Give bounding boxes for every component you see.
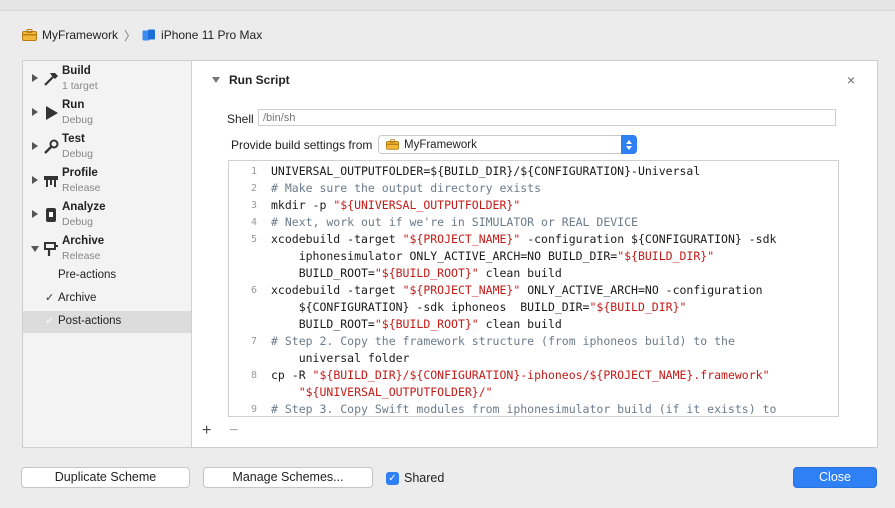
hammer-icon [42, 70, 60, 88]
code-text: universal folder [271, 351, 410, 365]
code-text: # Next, work out if we're in SIMULATOR o… [271, 215, 638, 229]
code-text: # Step 2. Copy the framework structure (… [271, 334, 735, 348]
shared-checkbox[interactable]: ✓ Shared [386, 471, 444, 485]
provide-build-settings-label: Provide build settings from [231, 138, 373, 152]
code-text: BUILD_ROOT="${BUILD_ROOT}" clean build [271, 317, 562, 331]
code-text: xcodebuild -target "${PROJECT_NAME}" ONL… [271, 283, 763, 297]
post-actions-panel: Run Script × Shell Provide build setting… [191, 60, 878, 448]
script-editor[interactable]: 1 UNIVERSAL_OUTPUTFOLDER=${BUILD_DIR}/${C… [228, 160, 839, 417]
disclosure-triangle-icon[interactable] [32, 176, 38, 184]
close-button[interactable]: Close [793, 467, 877, 488]
disclosure-triangle-open-icon[interactable] [31, 246, 39, 252]
scheme-item-archive[interactable]: Archive Release [23, 232, 191, 266]
build-settings-select[interactable]: MyFramework [378, 135, 637, 154]
scheme-item-run[interactable]: Run Debug [23, 96, 191, 130]
scheme-item-profile[interactable]: Profile Release [23, 164, 191, 198]
code-text: "${UNIVERSAL_OUTPUTFOLDER}/" [298, 385, 493, 399]
framework-toolbox-icon [386, 139, 399, 150]
sub-item-archive[interactable]: ✓ Archive [23, 288, 191, 310]
duplicate-scheme-button[interactable]: Duplicate Scheme [21, 467, 190, 488]
scheme-item-analyze[interactable]: Analyze Debug [23, 198, 191, 232]
play-icon [42, 104, 60, 122]
analyze-icon [42, 206, 60, 224]
run-script-title: Run Script [229, 73, 290, 87]
breadcrumb-device[interactable]: iPhone 11 Pro Max [161, 28, 262, 42]
device-icon [142, 29, 156, 41]
breadcrumb: MyFramework 〉 iPhone 11 Pro Max [22, 27, 262, 43]
code-text: UNIVERSAL_OUTPUTFOLDER=${BUILD_DIR}/${CO… [271, 164, 701, 178]
sub-item-label: Archive [58, 292, 97, 304]
sub-item-label: Post-actions [58, 315, 122, 327]
checkmark-icon: ✓ [45, 292, 55, 304]
code-text: ${CONFIGURATION} -sdk iphoneos BUILD_DIR… [271, 300, 687, 314]
instruments-icon [42, 172, 60, 190]
code-text: # Make sure the output directory exists [271, 181, 542, 195]
line-number: 8 [250, 370, 257, 381]
scheme-item-test[interactable]: Test Debug [23, 130, 191, 164]
sub-item-post-actions[interactable]: ✓ Post-actions [23, 311, 191, 333]
line-number: 1 [250, 166, 257, 177]
disclosure-triangle-icon[interactable] [32, 108, 38, 116]
scheme-item-sublabel: 1 target [62, 80, 98, 92]
wrench-icon [42, 138, 60, 156]
scheme-item-sublabel: Release [62, 182, 101, 194]
disclosure-triangle-open-icon[interactable] [212, 77, 220, 83]
disclosure-triangle-icon[interactable] [32, 142, 38, 150]
line-number: 7 [250, 336, 257, 347]
code-text: BUILD_ROOT="${BUILD_ROOT}" clean build [271, 266, 562, 280]
line-number: 5 [250, 234, 257, 245]
shared-label: Shared [404, 471, 445, 485]
scheme-item-label: Archive [62, 235, 105, 247]
code-text: # Step 3. Copy Swift modules from iphone… [271, 402, 777, 416]
window-top-edge [0, 0, 895, 11]
shell-input[interactable] [258, 109, 836, 126]
archive-icon [42, 240, 60, 258]
scheme-item-label: Test [62, 133, 85, 145]
checkbox-checked-icon[interactable]: ✓ [386, 471, 399, 485]
scheme-item-sublabel: Debug [62, 114, 93, 126]
manage-schemes-button[interactable]: Manage Schemes... [203, 467, 373, 488]
scheme-item-sublabel: Debug [62, 216, 93, 228]
disclosure-triangle-icon[interactable] [32, 74, 38, 82]
sub-item-pre-actions[interactable]: Pre-actions [23, 265, 191, 287]
disclosure-triangle-icon[interactable] [32, 210, 38, 218]
code-text: xcodebuild -target "${PROJECT_NAME}" -co… [271, 232, 777, 246]
scheme-item-label: Build [62, 65, 91, 77]
select-stepper-icon[interactable] [621, 135, 637, 154]
breadcrumb-chevron: 〉 [124, 28, 137, 43]
scheme-item-label: Profile [62, 167, 98, 179]
shell-label: Shell [227, 112, 254, 126]
sub-item-label: Pre-actions [58, 269, 117, 281]
add-action-button[interactable]: + [202, 422, 211, 440]
line-number: 2 [250, 183, 257, 194]
line-number: 4 [250, 217, 257, 228]
line-number: 9 [250, 404, 257, 415]
scheme-item-sublabel: Debug [62, 148, 93, 160]
scheme-item-build[interactable]: Build 1 target [23, 62, 191, 96]
remove-action-close-icon[interactable]: × [847, 72, 855, 88]
breadcrumb-project[interactable]: MyFramework [42, 28, 118, 42]
line-number: 3 [250, 200, 257, 211]
scheme-action-list: Build 1 target Run Debug Test Debug Prof… [22, 60, 191, 448]
scheme-item-sublabel: Release [62, 250, 101, 262]
checkmark-icon: ✓ [45, 315, 55, 327]
code-text: mkdir -p "${UNIVERSAL_OUTPUTFOLDER}" [271, 198, 521, 212]
run-script-header[interactable]: Run Script [212, 73, 290, 87]
build-settings-value: MyFramework [404, 138, 477, 151]
line-number: 6 [250, 285, 257, 296]
code-text: cp -R "${BUILD_DIR}/${CONFIGURATION}-iph… [271, 368, 770, 382]
framework-toolbox-icon [22, 29, 37, 41]
scheme-item-label: Run [62, 99, 85, 111]
code-text: iphonesimulator ONLY_ACTIVE_ARCH=NO BUIL… [271, 249, 715, 263]
remove-action-button[interactable]: − [229, 422, 238, 440]
scheme-item-label: Analyze [62, 201, 106, 213]
